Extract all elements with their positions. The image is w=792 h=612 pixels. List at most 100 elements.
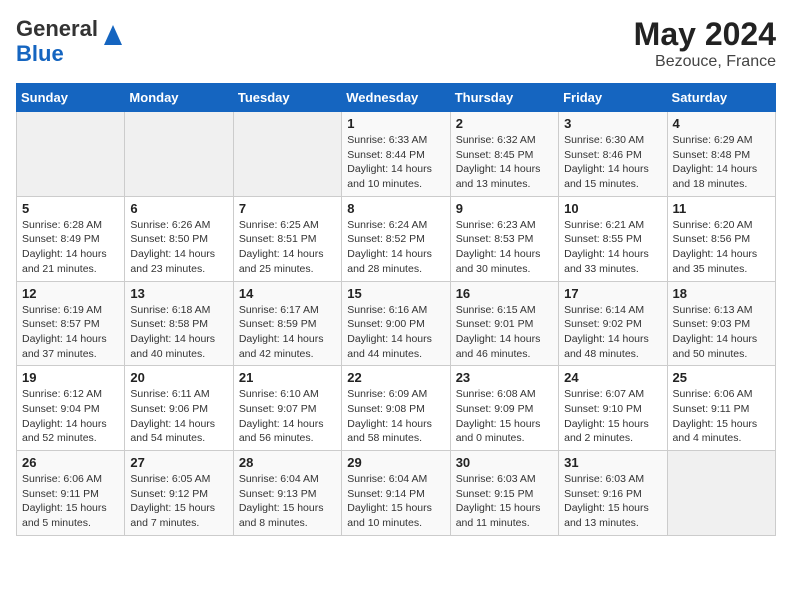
day-info: Sunrise: 6:21 AM Sunset: 8:55 PM Dayligh… bbox=[564, 218, 661, 277]
calendar-week-row: 26 Sunrise: 6:06 AM Sunset: 9:11 PM Dayli… bbox=[17, 451, 776, 536]
weekday-header-wednesday: Wednesday bbox=[342, 84, 450, 112]
calendar-week-row: 1 Sunrise: 6:33 AM Sunset: 8:44 PM Daylig… bbox=[17, 112, 776, 197]
day-info: Sunrise: 6:09 AM Sunset: 9:08 PM Dayligh… bbox=[347, 387, 444, 446]
day-number: 30 bbox=[456, 455, 553, 470]
day-number: 24 bbox=[564, 370, 661, 385]
day-info: Sunrise: 6:06 AM Sunset: 9:11 PM Dayligh… bbox=[22, 472, 119, 531]
calendar-cell: 4Sunrise: 6:29 AM Sunset: 8:48 PM Daylig… bbox=[667, 112, 775, 197]
day-info: Sunrise: 6:05 AM Sunset: 9:12 PM Dayligh… bbox=[130, 472, 227, 531]
day-info: Sunrise: 6:25 AM Sunset: 8:51 PM Dayligh… bbox=[239, 218, 336, 277]
calendar-cell: 14 Sunrise: 6:17 AM Sunset: 8:59 PM Dayli… bbox=[233, 281, 341, 366]
calendar-cell: 2 Sunrise: 6:32 AM Sunset: 8:45 PM Daylig… bbox=[450, 112, 558, 197]
page-header: General Blue May 2024 Bezouce, France bbox=[16, 16, 776, 71]
weekday-header-friday: Friday bbox=[559, 84, 667, 112]
day-number: 29 bbox=[347, 455, 444, 470]
day-number: 26 bbox=[22, 455, 119, 470]
day-number: 6 bbox=[130, 201, 227, 216]
weekday-header-tuesday: Tuesday bbox=[233, 84, 341, 112]
day-info: Sunrise: 6:26 AM Sunset: 8:50 PM Dayligh… bbox=[130, 218, 227, 277]
day-number: 10 bbox=[564, 201, 661, 216]
day-number: 23 bbox=[456, 370, 553, 385]
day-number: 7 bbox=[239, 201, 336, 216]
weekday-header-monday: Monday bbox=[125, 84, 233, 112]
day-info: Sunrise: 6:32 AM Sunset: 8:45 PM Dayligh… bbox=[456, 133, 553, 192]
day-info: Sunrise: 6:30 AM Sunset: 8:46 PM Dayligh… bbox=[564, 133, 661, 192]
day-info: Sunrise: 6:16 AM Sunset: 9:00 PM Dayligh… bbox=[347, 303, 444, 362]
day-info: Sunrise: 6:19 AM Sunset: 8:57 PM Dayligh… bbox=[22, 303, 119, 362]
calendar-cell: 9 Sunrise: 6:23 AM Sunset: 8:53 PM Daylig… bbox=[450, 196, 558, 281]
day-number: 25 bbox=[673, 370, 770, 385]
calendar-week-row: 12Sunrise: 6:19 AM Sunset: 8:57 PM Dayli… bbox=[17, 281, 776, 366]
logo-general: General bbox=[16, 16, 98, 41]
calendar-cell: 26 Sunrise: 6:06 AM Sunset: 9:11 PM Dayli… bbox=[17, 451, 125, 536]
day-info: Sunrise: 6:04 AM Sunset: 9:13 PM Dayligh… bbox=[239, 472, 336, 531]
day-info: Sunrise: 6:11 AM Sunset: 9:06 PM Dayligh… bbox=[130, 387, 227, 446]
day-number: 17 bbox=[564, 286, 661, 301]
calendar-cell: 22 Sunrise: 6:09 AM Sunset: 9:08 PM Dayli… bbox=[342, 366, 450, 451]
day-info: Sunrise: 6:18 AM Sunset: 8:58 PM Dayligh… bbox=[130, 303, 227, 362]
logo-blue: Blue bbox=[16, 41, 64, 66]
day-info: Sunrise: 6:10 AM Sunset: 9:07 PM Dayligh… bbox=[239, 387, 336, 446]
day-number: 11 bbox=[673, 201, 770, 216]
calendar-cell: 21Sunrise: 6:10 AM Sunset: 9:07 PM Dayli… bbox=[233, 366, 341, 451]
calendar-week-row: 5 Sunrise: 6:28 AM Sunset: 8:49 PM Daylig… bbox=[17, 196, 776, 281]
calendar-cell: 1 Sunrise: 6:33 AM Sunset: 8:44 PM Daylig… bbox=[342, 112, 450, 197]
calendar-cell: 16 Sunrise: 6:15 AM Sunset: 9:01 PM Dayli… bbox=[450, 281, 558, 366]
day-info: Sunrise: 6:04 AM Sunset: 9:14 PM Dayligh… bbox=[347, 472, 444, 531]
title-block: May 2024 Bezouce, France bbox=[634, 16, 776, 71]
calendar-cell: 8 Sunrise: 6:24 AM Sunset: 8:52 PM Daylig… bbox=[342, 196, 450, 281]
calendar-cell: 7 Sunrise: 6:25 AM Sunset: 8:51 PM Daylig… bbox=[233, 196, 341, 281]
day-number: 18 bbox=[673, 286, 770, 301]
day-info: Sunrise: 6:20 AM Sunset: 8:56 PM Dayligh… bbox=[673, 218, 770, 277]
day-info: Sunrise: 6:33 AM Sunset: 8:44 PM Dayligh… bbox=[347, 133, 444, 192]
logo: General Blue bbox=[16, 16, 122, 67]
day-number: 1 bbox=[347, 116, 444, 131]
calendar-cell: 20Sunrise: 6:11 AM Sunset: 9:06 PM Dayli… bbox=[125, 366, 233, 451]
calendar-table: SundayMondayTuesdayWednesdayThursdayFrid… bbox=[16, 83, 776, 536]
calendar-cell: 30 Sunrise: 6:03 AM Sunset: 9:15 PM Dayli… bbox=[450, 451, 558, 536]
day-number: 31 bbox=[564, 455, 661, 470]
day-info: Sunrise: 6:08 AM Sunset: 9:09 PM Dayligh… bbox=[456, 387, 553, 446]
calendar-cell: 11 Sunrise: 6:20 AM Sunset: 8:56 PM Dayli… bbox=[667, 196, 775, 281]
day-info: Sunrise: 6:07 AM Sunset: 9:10 PM Dayligh… bbox=[564, 387, 661, 446]
day-info: Sunrise: 6:13 AM Sunset: 9:03 PM Dayligh… bbox=[673, 303, 770, 362]
calendar-cell: 23 Sunrise: 6:08 AM Sunset: 9:09 PM Dayli… bbox=[450, 366, 558, 451]
calendar-week-row: 19Sunrise: 6:12 AM Sunset: 9:04 PM Dayli… bbox=[17, 366, 776, 451]
day-info: Sunrise: 6:28 AM Sunset: 8:49 PM Dayligh… bbox=[22, 218, 119, 277]
day-number: 16 bbox=[456, 286, 553, 301]
day-number: 5 bbox=[22, 201, 119, 216]
day-info: Sunrise: 6:03 AM Sunset: 9:15 PM Dayligh… bbox=[456, 472, 553, 531]
calendar-cell bbox=[17, 112, 125, 197]
day-number: 28 bbox=[239, 455, 336, 470]
day-number: 3 bbox=[564, 116, 661, 131]
day-info: Sunrise: 6:15 AM Sunset: 9:01 PM Dayligh… bbox=[456, 303, 553, 362]
calendar-cell: 24 Sunrise: 6:07 AM Sunset: 9:10 PM Dayli… bbox=[559, 366, 667, 451]
calendar-cell: 12Sunrise: 6:19 AM Sunset: 8:57 PM Dayli… bbox=[17, 281, 125, 366]
day-number: 15 bbox=[347, 286, 444, 301]
day-info: Sunrise: 6:03 AM Sunset: 9:16 PM Dayligh… bbox=[564, 472, 661, 531]
day-number: 9 bbox=[456, 201, 553, 216]
day-info: Sunrise: 6:14 AM Sunset: 9:02 PM Dayligh… bbox=[564, 303, 661, 362]
calendar-cell: 27 Sunrise: 6:05 AM Sunset: 9:12 PM Dayli… bbox=[125, 451, 233, 536]
day-info: Sunrise: 6:24 AM Sunset: 8:52 PM Dayligh… bbox=[347, 218, 444, 277]
calendar-cell bbox=[667, 451, 775, 536]
calendar-cell bbox=[233, 112, 341, 197]
calendar-cell: 18 Sunrise: 6:13 AM Sunset: 9:03 PM Dayli… bbox=[667, 281, 775, 366]
day-info: Sunrise: 6:17 AM Sunset: 8:59 PM Dayligh… bbox=[239, 303, 336, 362]
calendar-cell: 15 Sunrise: 6:16 AM Sunset: 9:00 PM Dayli… bbox=[342, 281, 450, 366]
location-title: Bezouce, France bbox=[634, 53, 776, 71]
calendar-cell: 3 Sunrise: 6:30 AM Sunset: 8:46 PM Daylig… bbox=[559, 112, 667, 197]
weekday-header-row: SundayMondayTuesdayWednesdayThursdayFrid… bbox=[17, 84, 776, 112]
day-info: Sunrise: 6:12 AM Sunset: 9:04 PM Dayligh… bbox=[22, 387, 119, 446]
weekday-header-sunday: Sunday bbox=[17, 84, 125, 112]
calendar-cell: 29 Sunrise: 6:04 AM Sunset: 9:14 PM Dayli… bbox=[342, 451, 450, 536]
day-number: 4 bbox=[673, 116, 770, 131]
day-number: 8 bbox=[347, 201, 444, 216]
day-number: 14 bbox=[239, 286, 336, 301]
day-number: 27 bbox=[130, 455, 227, 470]
day-info: Sunrise: 6:23 AM Sunset: 8:53 PM Dayligh… bbox=[456, 218, 553, 277]
calendar-cell bbox=[125, 112, 233, 197]
day-number: 2 bbox=[456, 116, 553, 131]
day-number: 22 bbox=[347, 370, 444, 385]
weekday-header-thursday: Thursday bbox=[450, 84, 558, 112]
